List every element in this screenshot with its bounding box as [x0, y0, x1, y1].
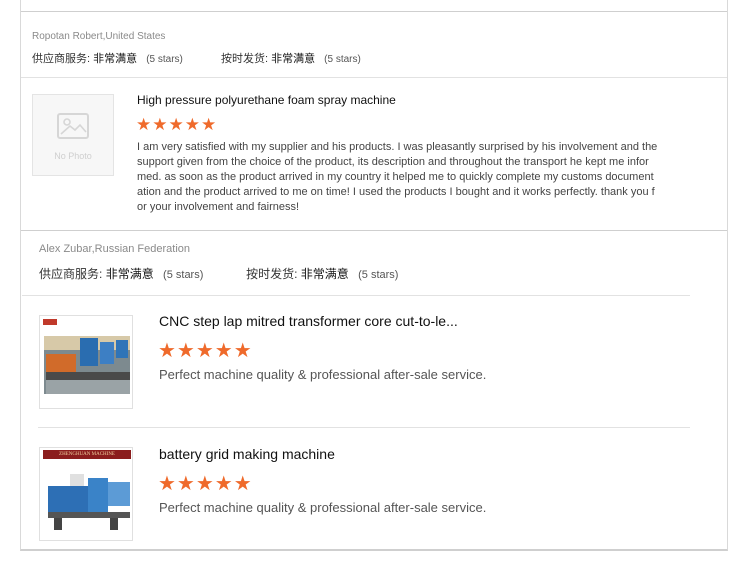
supplier-service-stars: (5 stars): [163, 269, 204, 281]
no-photo-placeholder[interactable]: No Photo: [32, 94, 114, 176]
review-text: I am very satisfied with my supplier and…: [137, 140, 697, 215]
ontime-delivery-value: 非常满意: [300, 267, 349, 281]
ontime-delivery-stars: (5 stars): [324, 54, 361, 65]
reviewer-name: Ropotan Robert,United States: [32, 31, 166, 42]
review-text-line: support given from the choice of the pro…: [137, 156, 649, 168]
supplier-service-value: 非常满意: [93, 53, 138, 65]
product-thumbnail[interactable]: [39, 315, 133, 409]
review-comment: Perfect machine quality & professional a…: [159, 367, 487, 382]
review-text-line: I am very satisfied with my supplier and…: [137, 141, 658, 153]
divider: [22, 295, 690, 296]
supplier-service-label: 供应商服务:: [39, 267, 103, 281]
divider: [38, 427, 690, 428]
reviewer-name: Alex Zubar,Russian Federation: [39, 243, 191, 255]
supplier-service-value: 非常满意: [105, 267, 154, 281]
ontime-delivery-value: 非常满意: [271, 53, 316, 65]
review-text-line: med. as soon as the product arrived in m…: [137, 171, 654, 183]
review-ratings: 供应商服务: 非常满意 (5 stars) 按时发货: 非常满意 (5 star…: [32, 50, 361, 66]
product-title[interactable]: High pressure polyurethane foam spray ma…: [137, 93, 396, 107]
brand-banner-text: ZHENGHUAN MACHINE: [59, 452, 115, 457]
review-divider: [21, 230, 727, 231]
review-comment: Perfect machine quality & professional a…: [159, 500, 487, 515]
ontime-delivery-label: 按时发货:: [220, 53, 269, 65]
image-icon: [57, 113, 89, 139]
product-title[interactable]: battery grid making machine: [159, 446, 335, 462]
review-text-line: ation and the product arrived to me on t…: [137, 186, 655, 198]
ontime-delivery-stars: (5 stars): [358, 269, 399, 281]
star-rating: ★★★★★: [136, 115, 218, 134]
star-rating: ★★★★★: [158, 473, 253, 495]
divider: [21, 77, 727, 78]
review-ratings: 供应商服务: 非常满意 (5 stars) 按时发货: 非常满意 (5 star…: [39, 265, 398, 282]
machine-image: [40, 316, 132, 408]
no-photo-text: No Photo: [54, 151, 92, 161]
supplier-service-label: 供应商服务:: [32, 53, 91, 65]
product-title[interactable]: CNC step lap mitred transformer core cut…: [159, 313, 458, 329]
review-text-line: or your involvement and fairness!: [137, 201, 300, 213]
product-thumbnail[interactable]: ZHENGHUAN MACHINE: [39, 447, 133, 541]
ontime-delivery-label: 按时发货:: [246, 267, 298, 281]
supplier-service-stars: (5 stars): [146, 54, 183, 65]
top-divider: [21, 11, 727, 12]
machine-image: [40, 448, 132, 540]
star-rating: ★★★★★: [158, 340, 253, 362]
